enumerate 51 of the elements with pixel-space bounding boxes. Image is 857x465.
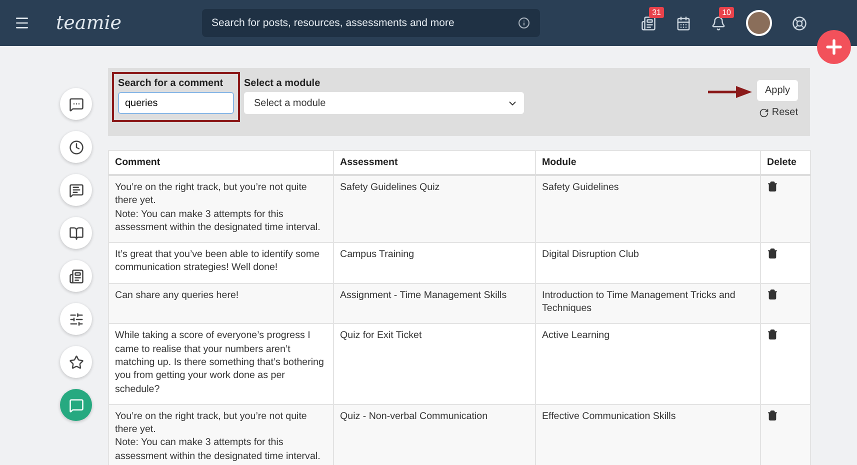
apply-button[interactable]: Apply	[756, 80, 798, 101]
lifebuoy-icon	[792, 16, 807, 30]
comment-icon	[68, 182, 84, 198]
newspaper-icon	[641, 16, 656, 30]
module-cell: Active Learning	[536, 324, 760, 404]
logo[interactable]: teamie	[56, 12, 122, 34]
pointer-arrow	[708, 85, 752, 99]
header-icon-button[interactable]: 10	[711, 6, 734, 30]
comment-search-input[interactable]: queries	[118, 92, 234, 114]
sidebar-button[interactable]	[60, 174, 92, 206]
sidebar-button[interactable]	[60, 131, 92, 163]
assessment-cell: Campus Training	[334, 242, 536, 284]
sidebar-button[interactable]	[60, 260, 92, 292]
search-field[interactable]: Search for posts, resources, assessments and more	[202, 9, 540, 37]
avatar[interactable]	[746, 10, 772, 36]
sliders-icon	[68, 312, 84, 326]
comment-cell: It’s great that you’ve been able to identify some communication strategies! Well done!	[108, 242, 334, 284]
star-icon	[68, 354, 84, 370]
header-icon-button[interactable]: 31	[641, 6, 664, 30]
message-icon	[68, 398, 84, 412]
sidebar-button[interactable]	[60, 88, 92, 120]
sidebar-button[interactable]	[60, 303, 92, 335]
trash-icon[interactable]	[767, 288, 778, 300]
info-icon[interactable]	[518, 17, 530, 29]
count-badge: 31	[649, 6, 664, 18]
module-label: Select a module	[244, 78, 322, 89]
reset-button[interactable]: Reset	[758, 107, 798, 118]
count-badge: 10	[719, 6, 734, 18]
trash-icon[interactable]	[767, 410, 778, 421]
menu-icon[interactable]	[14, 15, 30, 31]
book-icon	[68, 226, 84, 240]
trash-icon[interactable]	[767, 248, 778, 260]
sidebar-button[interactable]	[60, 217, 92, 249]
module-select[interactable]: Select a module	[244, 92, 524, 114]
search-label: Search for a comment	[118, 78, 224, 89]
module-cell: Digital Disruption Club	[536, 242, 760, 284]
trash-icon[interactable]	[767, 181, 778, 192]
sidebar-button[interactable]	[60, 346, 92, 378]
assessment-cell: Quiz for Exit Ticket	[334, 324, 536, 404]
bell-icon	[711, 16, 726, 30]
calendar-icon	[676, 16, 691, 30]
search-placeholder: Search for posts, resources, assessments and more	[212, 17, 454, 29]
trash-icon[interactable]	[767, 329, 778, 340]
refresh-icon	[758, 108, 769, 118]
comment-cell: You’re on the right track, but you’re not quite there yet. Note: You can make 3 attempts for this assessment within the designated time interval.	[108, 404, 334, 465]
plus-icon	[823, 36, 845, 58]
comment-cell: While taking a score of everyone’s progress I came to realise that your numbers aren’t matching up. Is there something that’s bothering you from getting your work done as per schedule?	[108, 324, 334, 404]
clock-icon	[68, 140, 84, 154]
add-button[interactable]	[817, 30, 851, 64]
chat-bubble-icon	[68, 96, 84, 112]
newspaper-icon	[68, 268, 84, 284]
